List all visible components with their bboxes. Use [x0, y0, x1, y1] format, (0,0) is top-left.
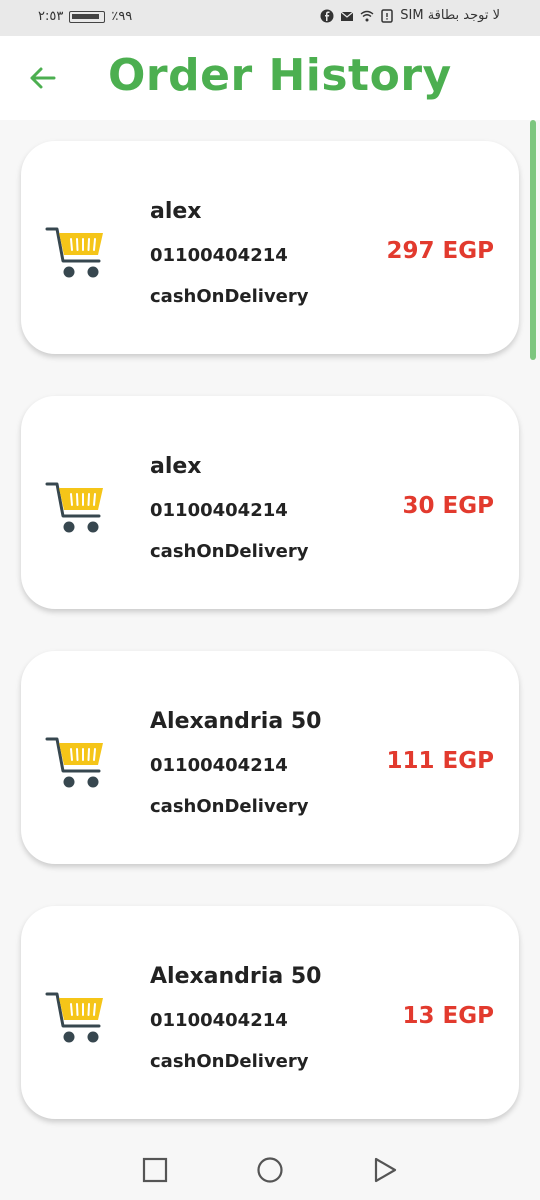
order-price: 13 EGP — [402, 1003, 494, 1029]
order-card[interactable]: alex 01100404214 cashOnDelivery 297 EGP — [21, 141, 519, 354]
battery-level: ٪٩٩ — [111, 9, 133, 24]
order-list[interactable]: alex 01100404214 cashOnDelivery 297 EGP … — [0, 120, 540, 1140]
clock: ٢:٥٣ — [38, 9, 64, 24]
order-phone: 01100404214 — [150, 245, 288, 266]
order-price: 111 EGP — [386, 748, 494, 774]
facebook-icon — [320, 9, 334, 22]
order-card[interactable]: Alexandria 50 01100404214 cashOnDelivery… — [21, 906, 519, 1119]
order-card[interactable]: Alexandria 50 01100404214 cashOnDelivery… — [21, 651, 519, 864]
order-payment-method: cashOnDelivery — [150, 1051, 309, 1072]
order-name: Alexandria 50 — [150, 964, 322, 989]
order-phone: 01100404214 — [150, 1010, 288, 1031]
shopping-cart-icon — [45, 482, 103, 533]
circle-icon[interactable] — [254, 1154, 286, 1186]
status-right: لا توجد بطاقة SIM — [320, 8, 500, 23]
order-name: alex — [150, 454, 202, 479]
back-button[interactable] — [24, 60, 60, 96]
order-payment-method: cashOnDelivery — [150, 286, 309, 307]
triangle-back-icon[interactable] — [369, 1154, 401, 1186]
shopping-cart-icon — [45, 737, 103, 788]
wifi-icon — [360, 10, 374, 21]
scrollbar[interactable] — [530, 120, 536, 360]
shopping-cart-icon — [45, 227, 103, 278]
shopping-cart-icon — [45, 992, 103, 1043]
order-phone: 01100404214 — [150, 500, 288, 521]
order-name: Alexandria 50 — [150, 709, 322, 734]
page-title: Order History — [108, 50, 452, 101]
status-left: ٢:٥٣ ٪٩٩ — [38, 9, 132, 24]
square-icon[interactable] — [139, 1154, 171, 1186]
order-price: 30 EGP — [402, 493, 494, 519]
carrier-text: لا توجد بطاقة SIM — [400, 8, 500, 23]
order-card[interactable]: alex 01100404214 cashOnDelivery 30 EGP — [21, 396, 519, 609]
order-name: alex — [150, 199, 202, 224]
mail-icon — [340, 11, 354, 21]
app-bar: Order History — [0, 36, 540, 120]
order-payment-method: cashOnDelivery — [150, 796, 309, 817]
arrow-left-icon — [30, 67, 56, 89]
sim-alert-icon — [381, 8, 393, 23]
system-nav-bar — [0, 1140, 540, 1200]
order-payment-method: cashOnDelivery — [150, 541, 309, 562]
status-bar: ٢:٥٣ ٪٩٩ لا توجد بطاقة SIM — [0, 0, 540, 36]
battery-icon — [69, 10, 106, 23]
order-price: 297 EGP — [386, 238, 494, 264]
order-phone: 01100404214 — [150, 755, 288, 776]
